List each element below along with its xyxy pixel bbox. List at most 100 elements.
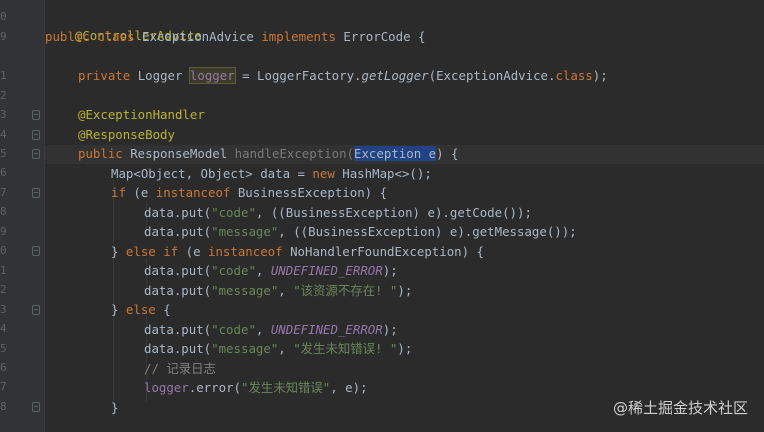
code-token: (ExceptionAdvice. <box>428 68 556 83</box>
keyword-token: instanceof <box>155 185 238 200</box>
field-logger-highlight: logger <box>188 67 236 84</box>
keyword-token: private <box>78 68 138 83</box>
annotation-token: @ExceptionHandler <box>78 107 205 122</box>
code-token: , ((BusinessException) e).getMessage()); <box>278 224 577 239</box>
keyword-token: else if <box>125 244 186 259</box>
code-token: ); <box>382 263 398 278</box>
code-token: , <box>278 283 294 298</box>
keyword-token: implements <box>261 29 344 44</box>
code-line: logger.error("发生未知错误", e); <box>45 378 368 397</box>
code-line: data.put("code", UNDEFINED_ERROR); <box>45 320 398 339</box>
code-token: (e <box>133 185 156 200</box>
code-line: @ControllerAdvice <box>45 7 202 43</box>
string-token: "发生未知错误! " <box>293 341 398 356</box>
code-line: data.put("message", "发生未知错误! "); <box>45 339 412 358</box>
line-number: 1 <box>0 69 7 82</box>
class-name-token: ExceptionAdvice <box>141 29 262 44</box>
fold-marker-icon[interactable] <box>32 305 40 315</box>
code-line: if (e instanceof BusinessException) { <box>45 183 387 202</box>
watermark: @稀土掘金技术社区 <box>612 399 748 417</box>
code-line: @ExceptionHandler <box>45 105 205 124</box>
code-line: } else if (e instanceof NoHandlerFoundEx… <box>45 242 484 261</box>
line-number: 1 <box>0 264 7 277</box>
string-token: "code" <box>211 263 256 278</box>
annotation-token: @ResponseBody <box>78 127 175 142</box>
code-line: } else { <box>45 300 171 319</box>
string-token: "发生未知错误" <box>240 380 331 395</box>
fold-marker-icon[interactable] <box>32 110 40 120</box>
code-line: // 记录日志 <box>45 359 216 378</box>
code-token: { <box>163 302 171 317</box>
code-token: data.put( <box>144 205 212 220</box>
fold-marker-icon[interactable] <box>32 130 40 140</box>
constant-token: UNDEFINED_ERROR <box>270 263 383 278</box>
code-token: } <box>111 302 126 317</box>
line-number: 9 <box>0 30 7 43</box>
line-number: 8 <box>0 205 7 218</box>
line-number: 0 <box>0 244 7 257</box>
code-token: , ((BusinessException) e).getCode()); <box>255 205 532 220</box>
code-token: NoHandlerFoundException) { <box>290 244 485 259</box>
line-number: 3 <box>0 108 7 121</box>
code-token: HashMap<>(); <box>342 166 432 181</box>
type-token: Logger <box>137 68 190 83</box>
code-token: data.put( <box>144 322 212 337</box>
code-token: , <box>278 341 294 356</box>
line-number: 6 <box>0 166 7 179</box>
method-name-token: handleException( <box>234 146 355 161</box>
line-number: 4 <box>0 128 7 141</box>
code-line: data.put("message", "该资源不存在! "); <box>45 281 412 300</box>
comment-token: // 记录日志 <box>144 361 216 376</box>
field-token: logger <box>144 380 189 395</box>
fold-marker-icon[interactable] <box>32 149 40 159</box>
code-line: } <box>45 398 118 417</box>
string-token: "code" <box>211 322 256 337</box>
code-token: ); <box>592 68 608 83</box>
code-token: ); <box>382 322 398 337</box>
code-token: Map<Object, Object> data = <box>111 166 313 181</box>
code-line: Map<Object, Object> data = new HashMap<>… <box>45 164 432 183</box>
line-number: 5 <box>0 342 7 355</box>
string-token: "message" <box>211 283 279 298</box>
method-token: getLogger <box>361 68 429 83</box>
code-token: data.put( <box>144 341 212 356</box>
fold-marker-icon[interactable] <box>32 188 40 198</box>
keyword-token: else <box>125 302 164 317</box>
line-number: 9 <box>0 225 7 238</box>
line-number: 7 <box>0 380 7 393</box>
code-line: data.put("code", ((BusinessException) e)… <box>45 203 532 222</box>
code-token: .error( <box>188 380 241 395</box>
code-token: ); <box>397 283 413 298</box>
line-number: 2 <box>0 89 7 102</box>
keyword-token: instanceof <box>208 244 291 259</box>
interface-token: ErrorCode { <box>343 29 426 44</box>
fold-marker-icon[interactable] <box>32 402 40 412</box>
keyword-token: public <box>78 146 131 161</box>
code-token: , <box>255 263 271 278</box>
code-token: } <box>111 400 119 415</box>
selected-parameter[interactable]: Exception e <box>354 146 437 161</box>
code-token: data.put( <box>144 283 212 298</box>
line-number: 8 <box>0 400 7 413</box>
string-token: "message" <box>211 224 279 239</box>
code-line: private Logger logger = LoggerFactory.ge… <box>45 66 608 85</box>
code-token: } <box>111 244 126 259</box>
string-token: "code" <box>211 205 256 220</box>
line-number: 2 <box>0 283 7 296</box>
keyword-token: class <box>555 68 593 83</box>
code-line: data.put("message", ((BusinessException)… <box>45 222 577 241</box>
string-token: "该资源不存在! " <box>293 283 398 298</box>
keyword-token: new <box>312 166 343 181</box>
line-number: 3 <box>0 303 7 316</box>
keyword-token: if <box>111 185 134 200</box>
line-number: 7 <box>0 186 7 199</box>
string-token: "message" <box>211 341 279 356</box>
type-token: ResponseModel <box>130 146 235 161</box>
keyword-token: public class <box>45 29 142 44</box>
code-token: = LoggerFactory. <box>234 68 362 83</box>
code-token: , e); <box>330 380 368 395</box>
fold-marker-icon[interactable] <box>32 246 40 256</box>
line-number: 4 <box>0 322 7 335</box>
code-token: (e <box>185 244 208 259</box>
code-line: public ResponseModel handleException(Exc… <box>45 144 458 163</box>
